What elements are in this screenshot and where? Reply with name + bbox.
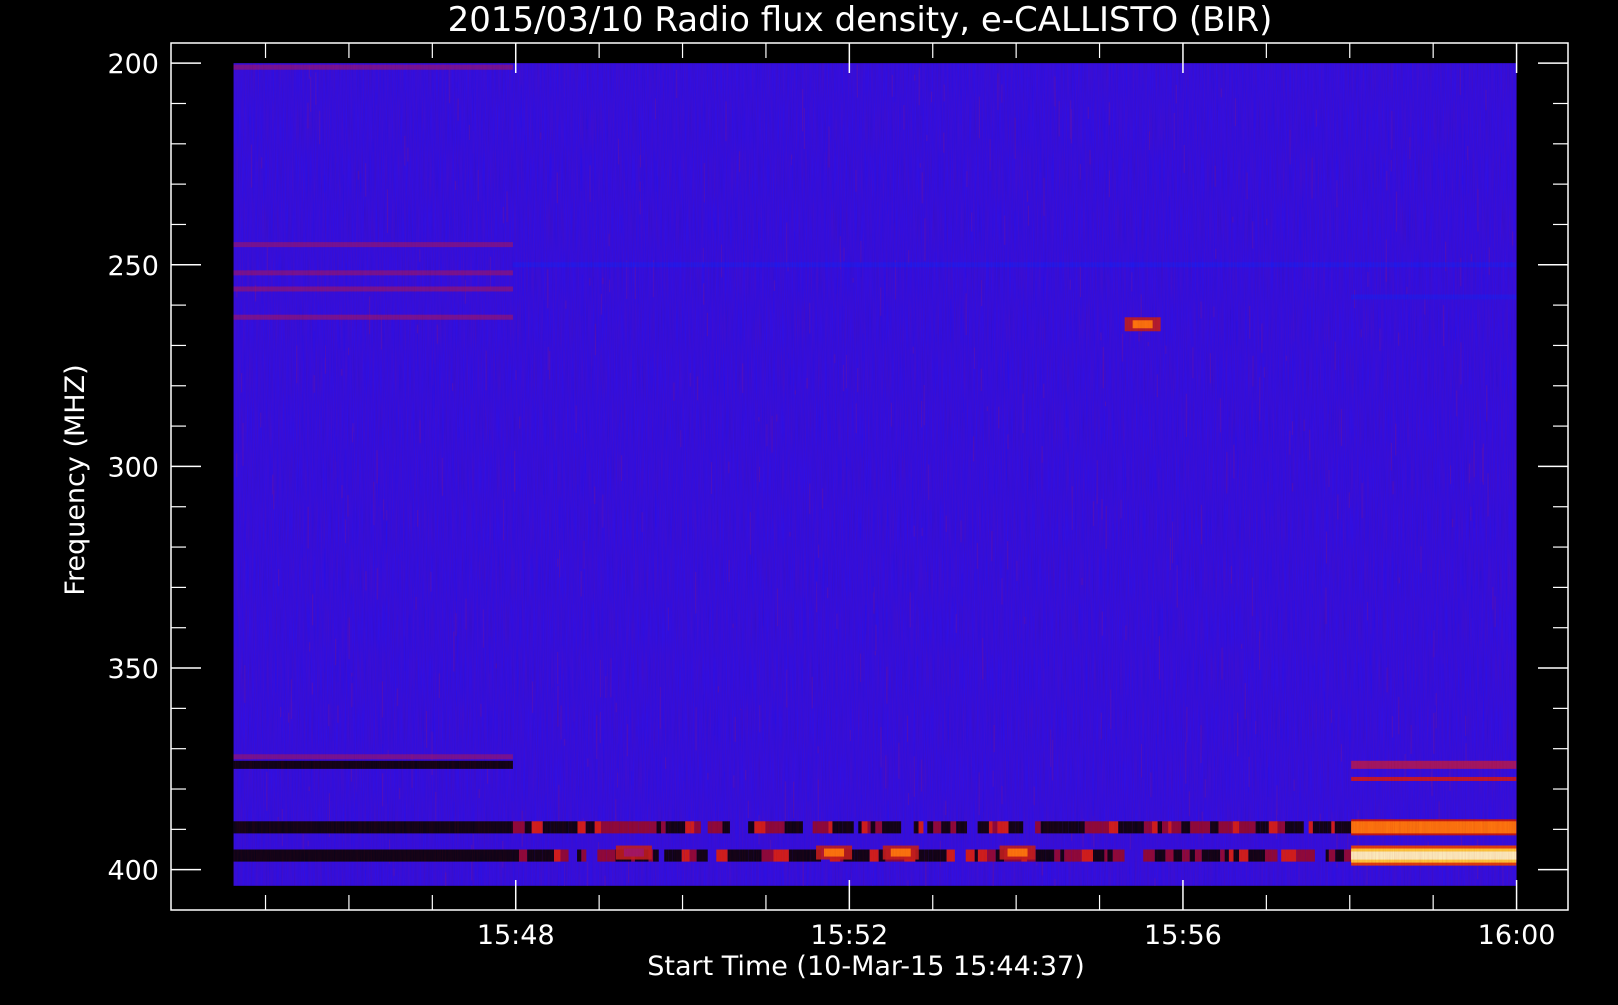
y-tick-label: 400 <box>107 856 159 887</box>
x-tick-label: 15:56 <box>1144 920 1222 951</box>
y-tick-label: 250 <box>107 251 159 282</box>
chart-title: 2015/03/10 Radio flux density, e-CALLIST… <box>448 0 1273 40</box>
x-tick-label: 15:52 <box>810 920 888 951</box>
y-tick-label: 350 <box>107 654 159 685</box>
spectrogram-chart: 2015/03/10 Radio flux density, e-CALLIST… <box>0 0 1618 1000</box>
x-tick-label: 16:00 <box>1478 920 1556 951</box>
y-tick-label: 300 <box>107 452 159 483</box>
spectrogram-grain <box>234 63 1517 886</box>
chart-svg: 2015/03/10 Radio flux density, e-CALLIST… <box>0 0 1618 1000</box>
spectrogram-plot-area <box>234 63 1517 886</box>
y-tick-label: 200 <box>107 49 159 80</box>
y-axis-label: Frequency (MHZ) <box>60 364 91 595</box>
x-tick-label: 15:48 <box>477 920 555 951</box>
x-axis-label: Start Time (10-Mar-15 15:44:37) <box>647 951 1085 982</box>
